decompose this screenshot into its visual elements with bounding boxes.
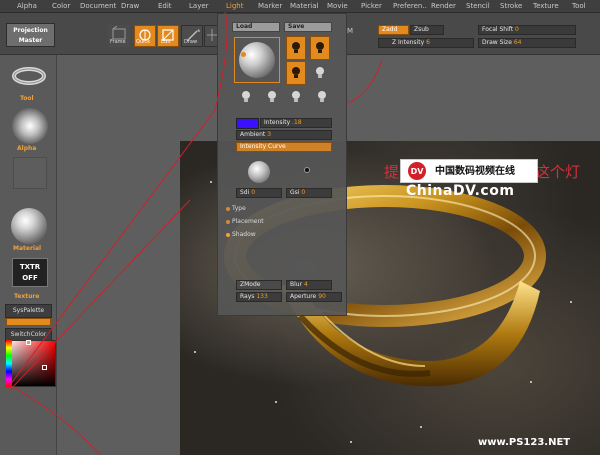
- annotation-lines: [9, 11, 383, 455]
- zbrush-window: Alpha Color Document Draw Edit Layer Lig…: [0, 0, 600, 455]
- chinadv-logo-icon: DV: [408, 162, 426, 180]
- watermark-red-text-right: 这个灯: [535, 163, 581, 181]
- watermark-red-text-left: 提: [384, 163, 400, 181]
- chinadv-en-text: ChinaDV.com: [406, 183, 515, 199]
- chinadv-cn-text: 中国数码视频在线: [435, 166, 515, 177]
- ps123-watermark: www.PS123.NET: [478, 437, 571, 448]
- svg-text:DV: DV: [411, 167, 425, 176]
